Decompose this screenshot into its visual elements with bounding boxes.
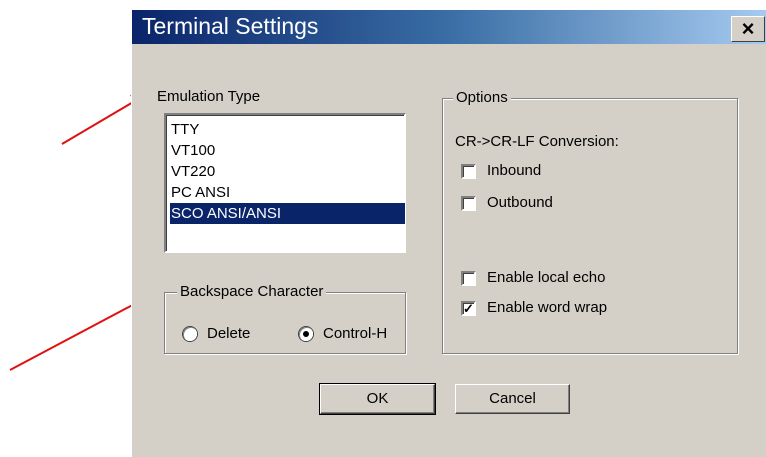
delete-radio[interactable] [183, 327, 197, 341]
radio-selected-dot [303, 331, 309, 337]
options-legend: Options [453, 89, 511, 106]
title-bar: Terminal Settings × [132, 10, 766, 44]
ok-button[interactable]: OK [319, 383, 436, 415]
inbound-checkbox[interactable] [461, 164, 476, 179]
list-item-vt100[interactable]: VT100 [170, 140, 405, 161]
crlf-conversion-label: CR->CR-LF Conversion: [455, 133, 619, 150]
control-h-radio[interactable] [299, 327, 313, 341]
local-echo-checkbox[interactable] [461, 271, 476, 286]
word-wrap-checkbox[interactable]: ✓ [461, 301, 476, 316]
outbound-checkbox[interactable] [461, 196, 476, 211]
terminal-settings-dialog: Terminal Settings × Emulation Type TTY V… [131, 10, 766, 457]
close-icon: × [741, 16, 755, 41]
arrow-emulation [61, 97, 141, 145]
delete-radio-label[interactable]: Delete [207, 325, 250, 342]
window-title: Terminal Settings [142, 13, 319, 39]
list-item-vt220[interactable]: VT220 [170, 161, 405, 182]
backspace-character-group: Backspace Character Delete Control-H [164, 283, 406, 354]
local-echo-label[interactable]: Enable local echo [487, 269, 605, 286]
inbound-label[interactable]: Inbound [487, 162, 541, 179]
cancel-button[interactable]: Cancel [455, 384, 570, 414]
emulation-type-label: Emulation Type [157, 88, 261, 105]
arrow-backspace [9, 299, 143, 371]
list-item-pc-ansi[interactable]: PC ANSI [170, 182, 405, 203]
list-item-sco-ansi[interactable]: SCO ANSI/ANSI [170, 203, 405, 224]
list-item-tty[interactable]: TTY [170, 119, 405, 140]
emulation-type-list[interactable]: TTY VT100 VT220 PC ANSI SCO ANSI/ANSI [164, 113, 406, 253]
word-wrap-label[interactable]: Enable word wrap [487, 299, 607, 316]
options-group: Options CR->CR-LF Conversion: Inbound Ou… [442, 89, 738, 354]
backspace-character-legend: Backspace Character [177, 283, 327, 300]
control-h-radio-label[interactable]: Control-H [323, 325, 387, 342]
close-button[interactable]: × [731, 16, 765, 42]
outbound-label[interactable]: Outbound [487, 194, 553, 211]
check-icon: ✓ [463, 301, 474, 316]
